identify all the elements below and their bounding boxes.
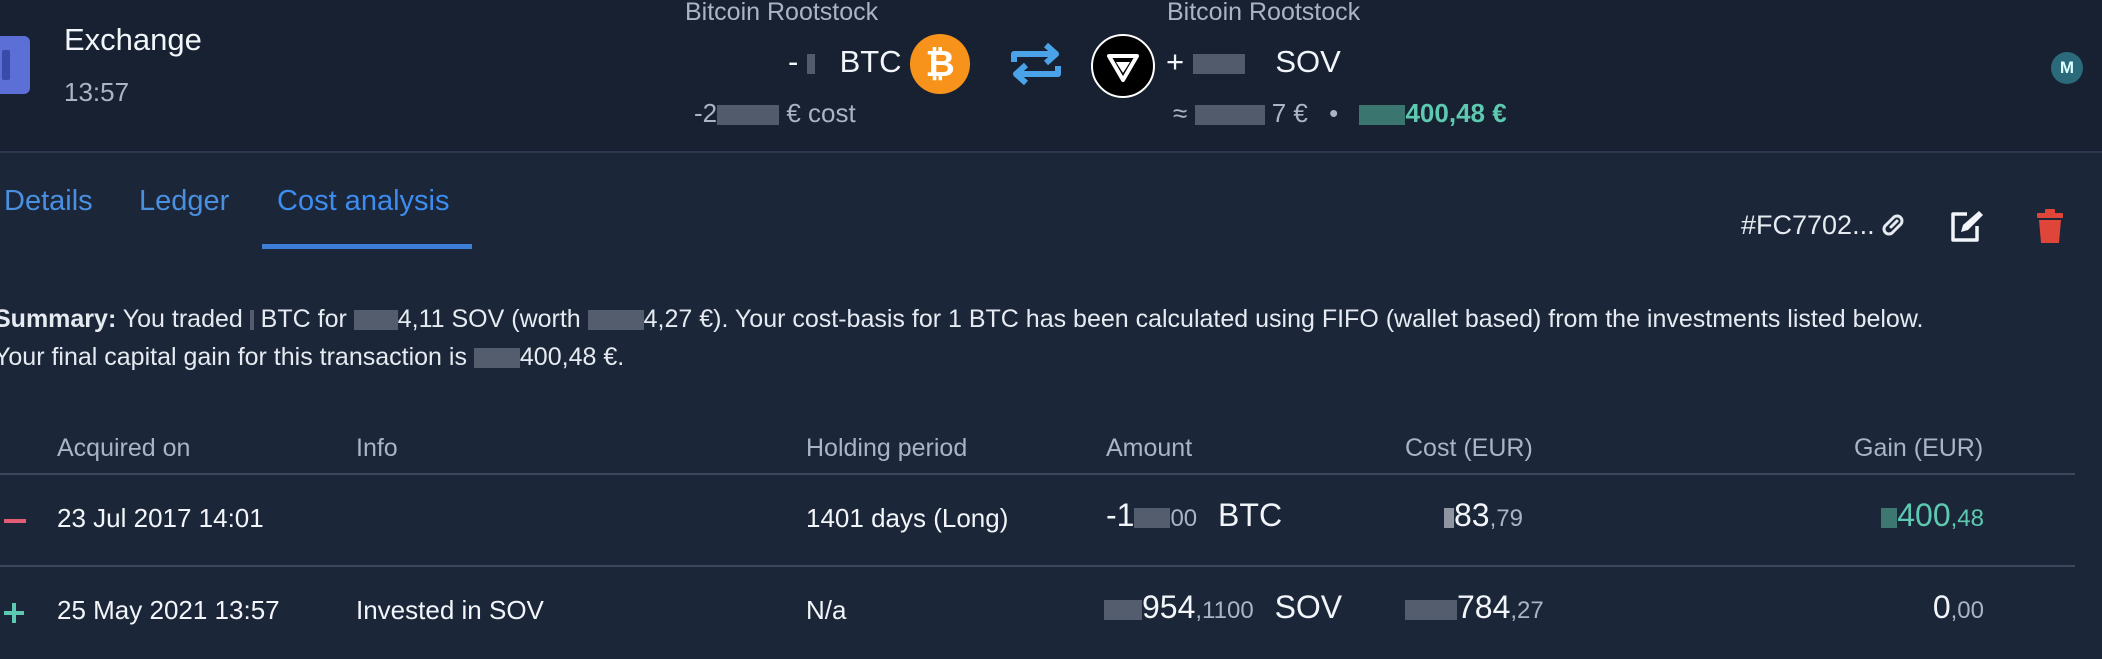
swap-arrows-icon xyxy=(1011,42,1061,86)
hidden-amount xyxy=(1104,599,1142,620)
link-icon[interactable] xyxy=(1878,210,1908,240)
holding-period: N/a xyxy=(806,595,847,625)
hidden-amount xyxy=(473,348,520,369)
received-amount: + SOV xyxy=(1166,44,1341,80)
active-tab-indicator xyxy=(262,244,472,249)
cost-decimals: ,79 xyxy=(1489,505,1523,532)
column-header-gain[interactable]: Gain (EUR) xyxy=(1854,434,1983,463)
info-text: Invested in SOV xyxy=(356,595,544,625)
hidden-amount xyxy=(1194,105,1265,126)
summary-gain: 400,48 €. xyxy=(519,343,625,371)
table-row[interactable]: 23 Jul 2017 14:01 1401 days (Long) -1 00 … xyxy=(0,475,2075,567)
amount-decimals: ,1100 xyxy=(1195,597,1254,624)
hidden-amount xyxy=(1405,599,1457,620)
sent-currency: BTC xyxy=(839,44,902,79)
received-value-prefix: ≈ xyxy=(1173,98,1195,128)
hidden-amount xyxy=(1134,507,1171,528)
gain-decimals: ,00 xyxy=(1950,597,1984,624)
gain-integer: 400 xyxy=(1897,497,1951,533)
table-row[interactable]: 25 May 2021 13:57 Invested in SOV N/a 95… xyxy=(0,567,2075,659)
cost-decimals: ,27 xyxy=(1510,597,1544,624)
summary-text: Summary: You traded BTC for 4,11 SOV (wo… xyxy=(0,300,2094,376)
gain: 400,48 xyxy=(1862,497,1984,534)
received-value: ≈ 7 € • 400,48 € xyxy=(1173,98,1507,129)
cost: 83,79 xyxy=(1444,497,1523,534)
amount-currency: BTC xyxy=(1218,497,1283,533)
bitcoin-icon: ₿ xyxy=(910,34,970,94)
summary-part: Your final capital gain for this transac… xyxy=(0,343,474,371)
gain-decimals: ,48 xyxy=(1950,505,1984,532)
transaction-type-title: Exchange xyxy=(64,22,202,57)
plus-icon xyxy=(4,603,24,623)
transaction-header: Exchange 13:57 Bitcoin Rootstock - BTC ₿… xyxy=(0,0,2102,153)
acquired-date: 25 May 2021 13:57 xyxy=(57,595,280,625)
sovryn-icon xyxy=(1091,34,1155,98)
hidden-amount xyxy=(1192,53,1245,74)
received-value-suffix: 7 € xyxy=(1271,98,1308,128)
transaction-id[interactable]: #FC7702... xyxy=(1741,210,1875,241)
cost-integer: 83 xyxy=(1454,497,1490,533)
summary-part: BTC for xyxy=(253,305,354,333)
amount: -1 00 BTC xyxy=(1106,497,1282,534)
transaction-time: 13:57 xyxy=(64,77,130,107)
received-amount-prefix: + xyxy=(1166,44,1193,79)
cost-integer: 784 xyxy=(1457,589,1511,625)
hidden-amount xyxy=(806,53,815,74)
received-currency: SOV xyxy=(1275,44,1341,79)
acquired-date: 23 Jul 2017 14:01 xyxy=(57,503,264,533)
amount-integer: 954 xyxy=(1142,589,1196,625)
sent-cost-prefix: -2 xyxy=(694,98,718,128)
received-gain: 400,48 € xyxy=(1405,98,1507,128)
amount-decimals: 00 xyxy=(1170,505,1198,532)
minus-icon xyxy=(4,519,26,523)
hidden-amount xyxy=(717,105,780,126)
gain-integer: 0 xyxy=(1932,589,1951,625)
tab-details[interactable]: Details xyxy=(4,185,93,218)
summary-part: 4,11 SOV (worth xyxy=(397,305,588,333)
trash-icon[interactable] xyxy=(2034,208,2066,244)
amount-currency: SOV xyxy=(1274,589,1343,625)
holding-period: 1401 days (Long) xyxy=(806,503,1009,533)
gain: 0,00 xyxy=(1862,589,1984,626)
edit-icon[interactable] xyxy=(1947,208,1985,244)
separator-dot: • xyxy=(1329,98,1339,128)
column-header-holding[interactable]: Holding period xyxy=(806,434,967,463)
hidden-amount xyxy=(1359,105,1406,126)
tab-cost-analysis[interactable]: Cost analysis xyxy=(277,185,449,218)
hidden-amount xyxy=(1444,507,1454,528)
sent-network-label: Bitcoin Rootstock xyxy=(685,0,879,26)
sent-amount: - BTC xyxy=(788,44,902,80)
summary-label: Summary: xyxy=(0,305,117,333)
exchange-type-icon xyxy=(0,36,30,94)
avatar[interactable]: M xyxy=(2051,52,2083,84)
hidden-amount xyxy=(249,310,254,331)
hidden-amount xyxy=(353,310,398,331)
hidden-amount xyxy=(1881,507,1898,528)
sent-cost: -2 € cost xyxy=(694,98,856,129)
received-network-label: Bitcoin Rootstock xyxy=(1167,0,1361,26)
column-header-cost[interactable]: Cost (EUR) xyxy=(1405,434,1533,463)
amount-integer: -1 xyxy=(1106,497,1135,533)
tab-ledger[interactable]: Ledger xyxy=(139,185,229,218)
summary-part: 4,27 €). Your cost-basis for 1 BTC has b… xyxy=(643,305,1924,333)
column-header-amount[interactable]: Amount xyxy=(1106,434,1192,463)
summary-part: You traded xyxy=(116,305,250,333)
amount: 954,1100 SOV xyxy=(1104,589,1342,626)
cost: 784,27 xyxy=(1405,589,1544,626)
column-header-acquired[interactable]: Acquired on xyxy=(57,434,190,463)
column-header-info[interactable]: Info xyxy=(356,434,398,463)
hidden-amount xyxy=(587,310,644,331)
sent-cost-suffix: € cost xyxy=(786,98,856,128)
sent-amount-prefix: - xyxy=(788,44,807,79)
